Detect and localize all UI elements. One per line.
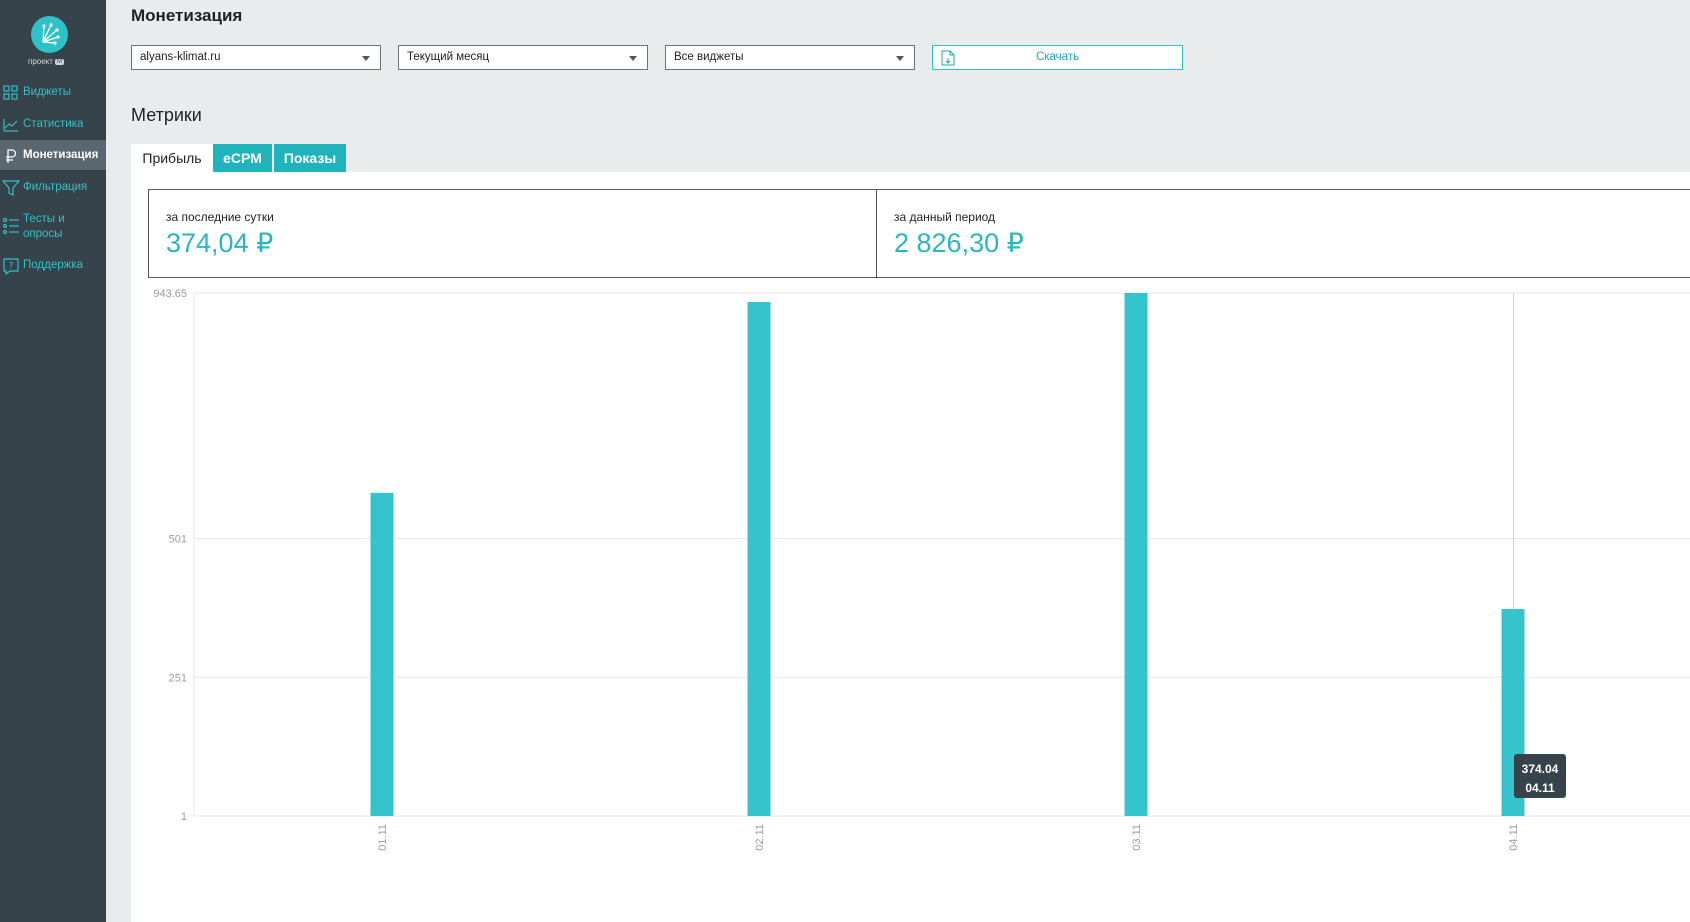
- x-tick-label: 03.11: [1131, 824, 1143, 851]
- page-title: Монетизация: [131, 6, 243, 25]
- bar-02.11: [747, 301, 771, 816]
- metric-value: 2 826,30 ₽: [894, 228, 1024, 258]
- tooltip-value: 374.04: [1521, 762, 1559, 776]
- bar-01.11: [370, 492, 394, 816]
- logo-icon[interactable]: [31, 16, 68, 53]
- sidebar-item-filter[interactable]: Фильтрация: [0, 179, 106, 197]
- sidebar-item-label: Монетизация: [23, 149, 99, 161]
- period-select-value: Текущий месяц: [407, 51, 490, 63]
- y-tick-label: 1: [181, 811, 187, 823]
- widgets-select-value: Все виджеты: [674, 51, 744, 63]
- widgets-select[interactable]: Все виджеты: [665, 45, 915, 70]
- sidebar-item-label: Тесты и опросы: [23, 213, 65, 240]
- x-tick-label: 02.11: [754, 824, 766, 851]
- metrics-title: Метрики: [131, 105, 202, 125]
- metric-label: за последние сутки: [166, 210, 274, 224]
- tab-profit[interactable]: Прибыль: [131, 144, 213, 172]
- sidebar-item-label: Поддержка: [23, 259, 83, 271]
- site-select[interactable]: alyans-klimat.ru: [131, 45, 381, 70]
- sidebar-item-label: Статистика: [23, 118, 84, 130]
- metric-card-period: за данный период 2 826,30 ₽: [876, 189, 1690, 278]
- ruble-icon: [6, 149, 17, 163]
- profit-bar-chart: 1 251 501 943.65 01.11 02.11 03.11 04.11: [153, 288, 1690, 851]
- metric-label: за данный период: [894, 210, 996, 224]
- sidebar-item-label: Фильтрация: [23, 181, 88, 193]
- sidebar-item-stats[interactable]: Статистика: [0, 116, 106, 134]
- stats-chart-icon: [3, 119, 18, 132]
- chevron-down-icon: [362, 56, 370, 61]
- tab-impressions[interactable]: Показы: [274, 144, 346, 172]
- sidebar-item-monetization[interactable]: Монетизация: [0, 140, 106, 170]
- download-button[interactable]: Скачать: [932, 45, 1183, 70]
- file-download-icon: [941, 50, 955, 66]
- sidebar: проект M Виджеты Статистика Монетизация Ф…: [0, 0, 106, 922]
- list-icon: [2, 217, 19, 235]
- x-tick-label: 01.11: [377, 824, 389, 851]
- bar-03.11: [1124, 293, 1148, 816]
- site-select-value: alyans-klimat.ru: [140, 51, 221, 63]
- sidebar-item-widgets[interactable]: Виджеты: [0, 84, 106, 102]
- y-tick-label: 251: [169, 672, 187, 684]
- chevron-down-icon: [629, 56, 637, 61]
- sidebar-item-label: Виджеты: [23, 86, 72, 98]
- sidebar-item-tests[interactable]: Тесты и опросы: [0, 211, 90, 243]
- metric-value: 374,04 ₽: [166, 228, 274, 258]
- logo-text: проект M: [28, 57, 64, 66]
- y-tick-label: 943.65: [153, 288, 187, 300]
- filter-icon: [2, 180, 20, 196]
- chart-tooltip: 374.04 04.11: [1514, 754, 1566, 798]
- download-label: Скачать: [1035, 51, 1080, 63]
- tooltip-label: 04.11: [1525, 781, 1555, 795]
- svg-text:?: ?: [9, 262, 14, 272]
- logo-badge: M: [54, 59, 64, 65]
- help-bubble-icon: ?: [3, 258, 19, 275]
- x-tick-label: 04.11: [1508, 824, 1520, 851]
- widgets-icon: [3, 85, 18, 100]
- tab-ecpm[interactable]: eCPM: [213, 144, 272, 172]
- chevron-down-icon: [896, 56, 904, 61]
- metric-card-last-day: за последние сутки 374,04 ₽: [148, 189, 877, 278]
- sidebar-item-support[interactable]: ? Поддержка: [0, 257, 106, 275]
- y-tick-label: 501: [169, 534, 187, 546]
- period-select[interactable]: Текущий месяц: [398, 45, 648, 70]
